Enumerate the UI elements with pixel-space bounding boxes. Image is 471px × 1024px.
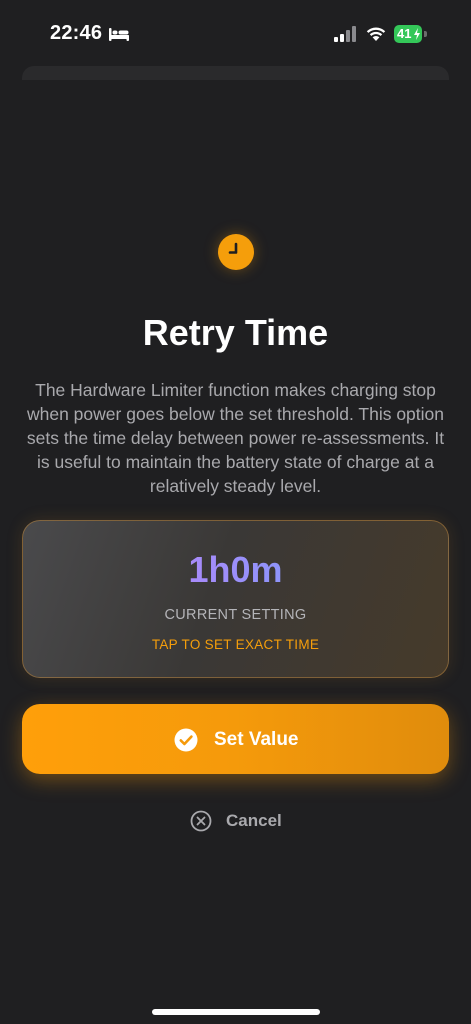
charging-bolt-icon <box>414 28 420 40</box>
retry-time-screen: 22:46 41 Retry Time The Hardware Limiter… <box>0 0 471 1024</box>
battery-indicator: 41 <box>394 25 428 43</box>
sheet-top-edge <box>22 66 449 80</box>
tap-to-set-hint: TAP TO SET EXACT TIME <box>151 637 320 652</box>
set-value-label: Set Value <box>214 729 299 750</box>
cancel-label: Cancel <box>226 811 282 830</box>
current-setting-value: 1h0m <box>23 549 448 591</box>
set-value-button[interactable]: Set Value <box>22 704 449 774</box>
clock-icon <box>218 234 254 270</box>
bed-icon <box>109 28 129 41</box>
dialog-title: Retry Time <box>142 312 329 353</box>
status-time: 22:46 <box>50 22 103 44</box>
wifi-icon <box>366 27 386 41</box>
current-setting-card[interactable]: 1h0m CURRENT SETTING TAP TO SET EXACT TI… <box>22 520 449 678</box>
status-bar: 22:46 41 <box>0 0 471 70</box>
cancel-button[interactable]: Cancel <box>186 806 290 838</box>
cellular-signal-icon <box>334 26 356 42</box>
battery-cap <box>424 31 427 37</box>
home-indicator[interactable] <box>152 1009 320 1015</box>
checkmark-circle-icon <box>174 728 198 752</box>
current-setting-label: CURRENT SETTING <box>164 607 307 623</box>
dialog-description: The Hardware Limiter function makes char… <box>26 380 445 496</box>
x-circle-icon <box>190 810 212 832</box>
